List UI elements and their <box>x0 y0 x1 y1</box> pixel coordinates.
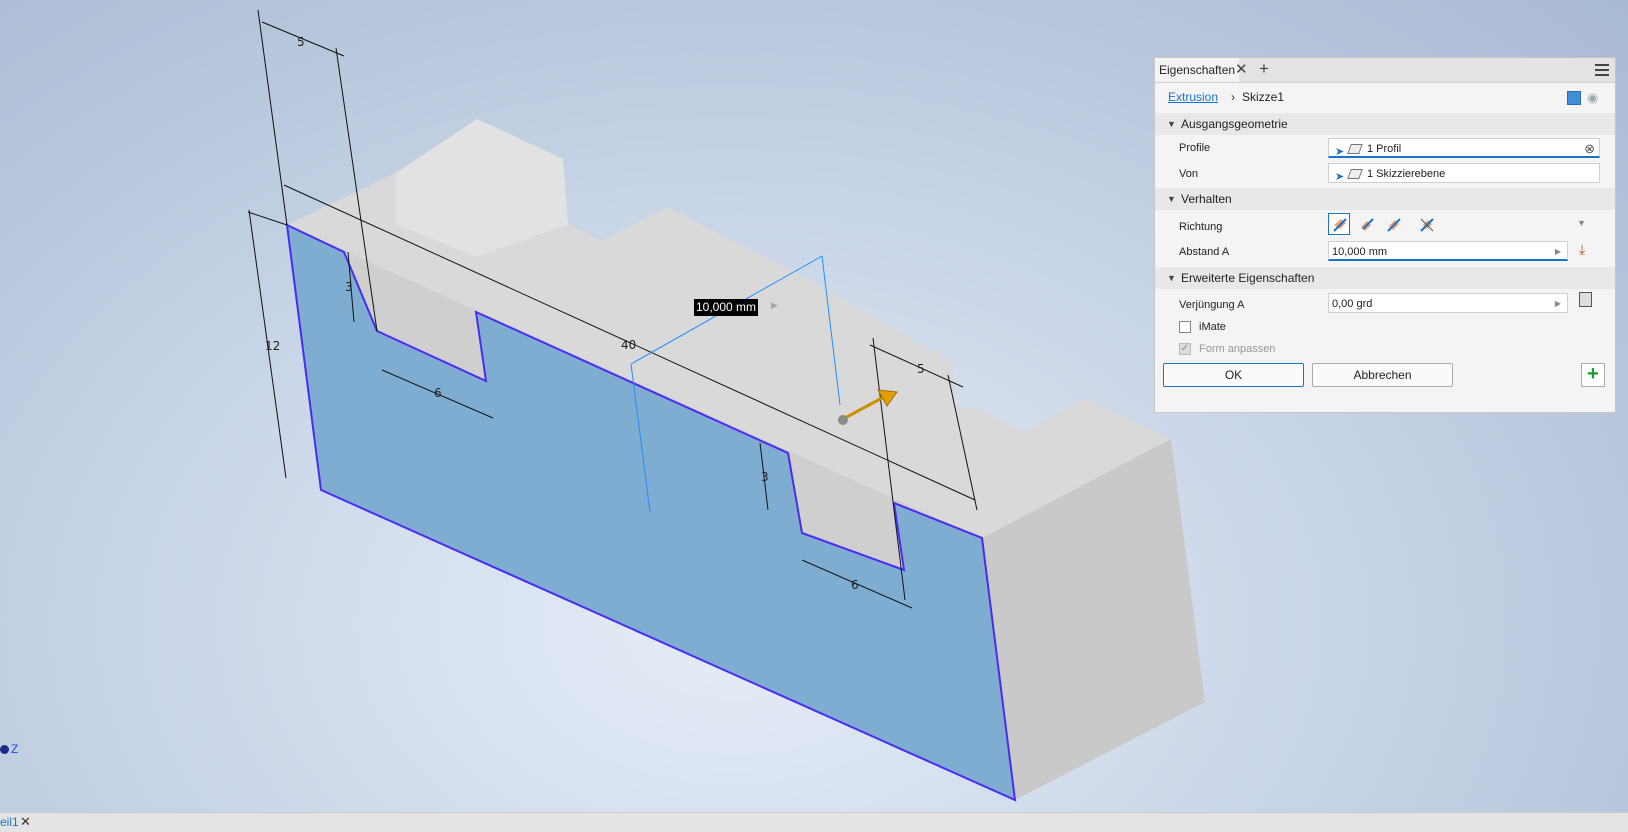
section-advanced[interactable]: ▼ Erweiterte Eigenschaften <box>1155 267 1615 289</box>
add-tab-icon[interactable]: + <box>1259 59 1269 79</box>
direction-label: Richtung <box>1179 221 1223 233</box>
direction-asymmetric-button[interactable] <box>1415 213 1437 235</box>
select-cursor-icon: ➤ <box>1335 171 1345 183</box>
apply-plus-button[interactable]: + <box>1581 363 1605 387</box>
section-label: Verhalten <box>1181 192 1232 206</box>
direction-default-icon <box>1333 218 1347 232</box>
panel-titlebar: Eigenschaften ✕ + <box>1155 58 1615 83</box>
cancel-button[interactable]: Abbrechen <box>1312 363 1453 387</box>
section-behavior[interactable]: ▼ Verhalten <box>1155 188 1615 210</box>
measure-icon[interactable]: ⤓ <box>1579 241 1585 258</box>
document-tab-bar: eil1 ✕ <box>0 812 1628 832</box>
close-icon[interactable]: ✕ <box>1235 60 1248 78</box>
dim-overall-length[interactable]: 40 <box>621 338 636 352</box>
breadcrumb-sketch: Skizze1 <box>1242 90 1285 104</box>
dim-right-slot-width[interactable]: 6 <box>851 578 859 592</box>
direction-symmetric-button[interactable] <box>1382 213 1404 235</box>
close-icon[interactable]: ✕ <box>20 814 31 830</box>
hamburger-menu-icon[interactable] <box>1595 64 1609 76</box>
section-input-geometry[interactable]: ▼ Ausgangsgeometrie <box>1155 113 1615 135</box>
axis-z-label: Z <box>11 742 19 756</box>
taper-input[interactable]: 0,00 grd ▶ <box>1328 293 1568 313</box>
direction-flip-button[interactable] <box>1355 213 1377 235</box>
play-arrow-icon[interactable]: ▶ <box>1555 242 1561 262</box>
plane-icon <box>1347 169 1363 179</box>
taper-value: 0,00 grd <box>1332 298 1373 310</box>
solid-cube-icon[interactable] <box>1567 91 1581 105</box>
dim-right-slot-depth[interactable]: 3 <box>761 470 769 484</box>
direction-flip-icon <box>1361 218 1374 231</box>
direction-symmetric-icon <box>1387 218 1401 232</box>
ok-button[interactable]: OK <box>1163 363 1304 387</box>
direction-asymmetric-icon <box>1420 218 1434 232</box>
select-cursor-icon: ➤ <box>1335 146 1345 158</box>
dim-height[interactable]: 12 <box>265 339 280 353</box>
dim-left-slot-depth[interactable]: 3 <box>345 280 353 294</box>
imate-checkbox[interactable] <box>1179 321 1191 333</box>
profile-icon <box>1347 144 1363 154</box>
profile-value: 1 Profil <box>1367 143 1402 155</box>
taper-options-icon[interactable] <box>1579 292 1592 307</box>
axis-origin-icon <box>0 745 9 754</box>
match-shape-label: Form anpassen <box>1199 343 1276 355</box>
collapse-triangle-icon[interactable]: ▼ <box>1167 113 1176 135</box>
imate-label: iMate <box>1199 321 1226 333</box>
from-label: Von <box>1179 168 1198 180</box>
tab-properties[interactable]: Eigenschaften <box>1155 58 1240 82</box>
clear-icon[interactable]: ⊗ <box>1584 139 1595 159</box>
breadcrumb-separator-icon: › <box>1231 90 1235 104</box>
dim-right-top-width[interactable]: 5 <box>917 362 925 376</box>
from-value: 1 Skizzierebene <box>1367 168 1446 180</box>
from-select-field[interactable]: ➤ 1 Skizzierebene <box>1328 163 1600 183</box>
profile-label: Profile <box>1179 142 1211 154</box>
properties-panel: Eigenschaften ✕ + Extrusion › Skizze1 ◉ … <box>1154 57 1616 413</box>
taper-label: Verjüngung A <box>1179 299 1245 311</box>
eye-icon[interactable]: ◉ <box>1587 90 1598 106</box>
dim-left-slot-width[interactable]: 6 <box>434 386 442 400</box>
document-tab[interactable]: eil1 <box>0 815 19 829</box>
play-arrow-icon[interactable]: ▶ <box>1555 294 1561 314</box>
chevron-down-icon[interactable]: ▼ <box>1577 218 1586 228</box>
collapse-triangle-icon[interactable]: ▼ <box>1167 188 1176 210</box>
dim-top-left-width[interactable]: 5 <box>297 35 305 49</box>
distance-input[interactable]: 10,000 mm ▶ <box>1328 241 1568 261</box>
breadcrumb-feature-link[interactable]: Extrusion <box>1168 90 1218 104</box>
profile-select-field[interactable]: ➤ 1 Profil ⊗ <box>1328 138 1600 158</box>
distance-value: 10,000 mm <box>1332 246 1388 258</box>
direction-default-button[interactable] <box>1328 213 1350 235</box>
dim-input-arrow-icon[interactable]: ▶ <box>771 301 778 311</box>
collapse-triangle-icon[interactable]: ▼ <box>1167 267 1176 289</box>
match-shape-checkbox[interactable]: ✓ <box>1179 343 1191 355</box>
extrude-distance-input-box[interactable]: 10,000 mm <box>694 299 759 316</box>
section-label: Ausgangsgeometrie <box>1181 117 1288 131</box>
distance-label: Abstand A <box>1179 246 1230 258</box>
section-label: Erweiterte Eigenschaften <box>1181 271 1315 285</box>
